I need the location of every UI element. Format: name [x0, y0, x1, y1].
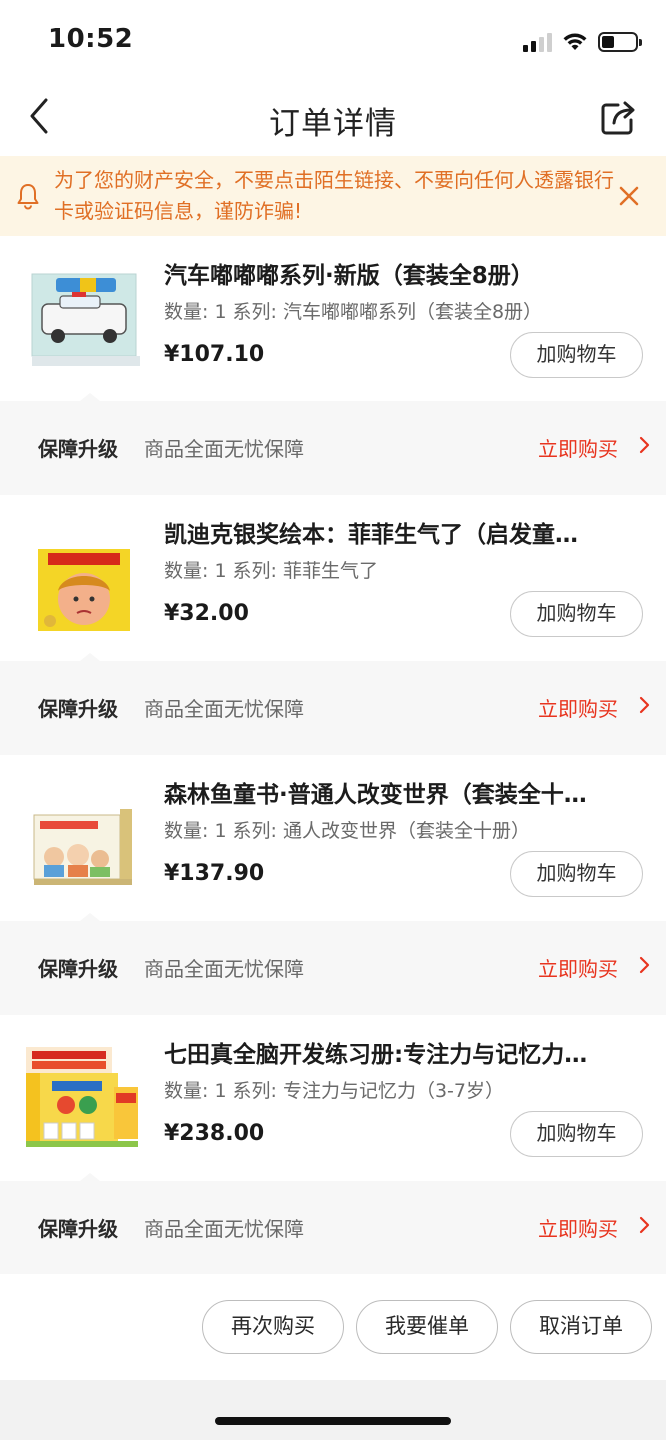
status-time: 10:52: [48, 24, 134, 54]
buy-now-link[interactable]: 立即购买: [538, 433, 618, 462]
add-to-cart-button[interactable]: 加购物车: [510, 1111, 643, 1157]
order-action-bar: 再次购买 我要催单 取消订单: [0, 1274, 666, 1380]
buy-now-link[interactable]: 立即购买: [538, 953, 618, 982]
product-image[interactable]: [22, 781, 142, 891]
chevron-right-icon: [639, 1216, 650, 1234]
security-notice: 为了您的财产安全，不要点击陌生链接、不要向任何人透露银行卡或验证码信息，谨防诈骗…: [0, 156, 666, 236]
series-label: 系列: 汽车嘟嘟嘟系列（套装全8册）: [232, 301, 543, 323]
guarantee-label: 保障升级: [38, 957, 118, 981]
add-to-cart-button[interactable]: 加购物车: [510, 332, 643, 378]
guarantee-label: 保障升级: [38, 437, 118, 461]
product-price: ¥32.00: [164, 601, 249, 626]
guarantee-row[interactable]: 保障升级 商品全面无忧保障 立即购买: [0, 393, 666, 495]
guarantee-row[interactable]: 保障升级 商品全面无忧保障 立即购买: [0, 653, 666, 755]
product-price: ¥137.90: [164, 861, 265, 886]
chevron-right-icon: [639, 436, 650, 454]
guarantee-desc: 商品全面无忧保障: [144, 957, 304, 981]
product-title[interactable]: 凯迪克银奖绘本：菲菲生气了（启发童…: [164, 515, 634, 549]
add-to-cart-button[interactable]: 加购物车: [510, 851, 643, 897]
quantity-label: 数量: 1: [164, 820, 227, 842]
page-title: 订单详情: [269, 106, 397, 142]
guarantee-label: 保障升级: [38, 697, 118, 721]
quantity-label: 数量: 1: [164, 560, 227, 582]
product-title[interactable]: 七田真全脑开发练习册:专注力与记忆力…: [164, 1035, 634, 1069]
product-price: ¥238.00: [164, 1121, 265, 1146]
notice-text: 为了您的财产安全，不要点击陌生链接、不要向任何人透露银行卡或验证码信息，谨防诈骗…: [54, 168, 614, 223]
order-item[interactable]: 凯迪克银奖绘本：菲菲生气了（启发童… 数量: 1 系列: 菲菲生气了 ¥32.00…: [0, 495, 666, 661]
home-indicator-area: [0, 1380, 666, 1440]
guarantee-row[interactable]: 保障升级 商品全面无忧保障 立即购买: [0, 913, 666, 1015]
guarantee-desc: 商品全面无忧保障: [144, 697, 304, 721]
buy-now-link[interactable]: 立即购买: [538, 1213, 618, 1242]
chevron-right-icon: [639, 696, 650, 714]
add-to-cart-button[interactable]: 加购物车: [510, 591, 643, 637]
series-label: 系列: 菲菲生气了: [232, 560, 378, 582]
status-icons: [523, 28, 642, 52]
close-icon[interactable]: [618, 185, 640, 207]
bell-icon: [17, 184, 39, 210]
quantity-label: 数量: 1: [164, 1080, 227, 1102]
product-meta: 数量: 1 系列: 通人改变世界（套装全十册）: [164, 816, 530, 843]
series-label: 系列: 通人改变世界（套装全十册）: [232, 820, 530, 842]
product-image[interactable]: [22, 1041, 142, 1151]
guarantee-desc: 商品全面无忧保障: [144, 437, 304, 461]
order-item[interactable]: 汽车嘟嘟嘟系列·新版（套装全8册） 数量: 1 系列: 汽车嘟嘟嘟系列（套装全8册…: [0, 236, 666, 402]
product-image[interactable]: [22, 521, 142, 631]
home-indicator[interactable]: [215, 1417, 451, 1425]
product-image[interactable]: [22, 262, 142, 372]
quantity-label: 数量: 1: [164, 301, 227, 323]
battery-icon: [598, 32, 642, 52]
nav-bar: 订单详情: [0, 80, 666, 156]
chevron-right-icon: [639, 956, 650, 974]
series-label: 系列: 专注力与记忆力（3-7岁）: [232, 1080, 505, 1102]
cellular-signal-icon: [523, 32, 552, 52]
urge-order-button[interactable]: 我要催单: [356, 1300, 498, 1354]
product-meta: 数量: 1 系列: 专注力与记忆力（3-7岁）: [164, 1076, 504, 1103]
product-meta: 数量: 1 系列: 汽车嘟嘟嘟系列（套装全8册）: [164, 297, 542, 324]
guarantee-row[interactable]: 保障升级 商品全面无忧保障 立即购买: [0, 1173, 666, 1275]
buy-now-link[interactable]: 立即购买: [538, 693, 618, 722]
product-title[interactable]: 汽车嘟嘟嘟系列·新版（套装全8册）: [164, 256, 634, 290]
rebuy-button[interactable]: 再次购买: [202, 1300, 344, 1354]
order-item[interactable]: 森林鱼童书·普通人改变世界（套装全十… 数量: 1 系列: 通人改变世界（套装全十…: [0, 755, 666, 921]
guarantee-desc: 商品全面无忧保障: [144, 1217, 304, 1241]
share-icon: [601, 101, 635, 135]
product-meta: 数量: 1 系列: 菲菲生气了: [164, 556, 378, 583]
wifi-icon: [563, 33, 587, 50]
product-price: ¥107.10: [164, 342, 265, 367]
guarantee-label: 保障升级: [38, 1217, 118, 1241]
cancel-order-button[interactable]: 取消订单: [510, 1300, 652, 1354]
order-item[interactable]: 七田真全脑开发练习册:专注力与记忆力… 数量: 1 系列: 专注力与记忆力（3-7…: [0, 1015, 666, 1181]
product-title[interactable]: 森林鱼童书·普通人改变世界（套装全十…: [164, 775, 634, 809]
status-bar: 10:52: [0, 0, 666, 80]
share-button[interactable]: [598, 96, 640, 138]
